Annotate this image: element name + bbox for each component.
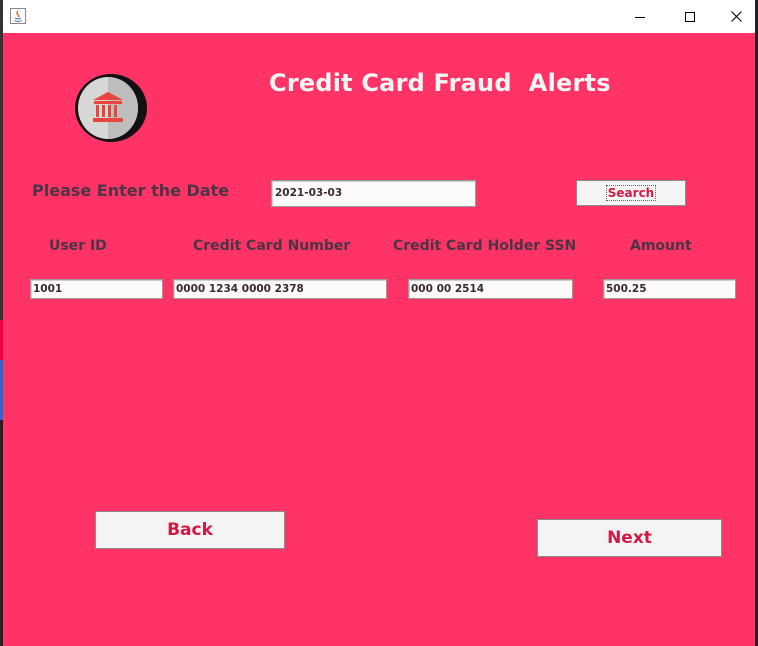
amount-label: Amount xyxy=(630,238,692,254)
title-bar[interactable] xyxy=(3,0,755,33)
next-button[interactable]: Next xyxy=(537,519,722,557)
minimize-icon xyxy=(635,16,645,18)
search-button[interactable]: Search xyxy=(576,180,686,206)
date-label: Please Enter the Date xyxy=(32,181,230,200)
page-title: Credit Card Fraud Alerts xyxy=(269,69,611,97)
date-input[interactable]: 2021-03-03 xyxy=(271,180,476,207)
app-window: Credit Card Fraud Alerts Please Enter th… xyxy=(3,0,755,646)
main-panel: Credit Card Fraud Alerts Please Enter th… xyxy=(3,33,755,646)
card-number-field[interactable]: 0000 1234 0000 2378 xyxy=(173,279,387,299)
java-icon xyxy=(10,8,26,24)
user-id-field[interactable]: 1001 xyxy=(30,279,163,299)
search-button-label: Search xyxy=(605,185,657,201)
back-button[interactable]: Back xyxy=(95,511,285,549)
bank-icon xyxy=(74,73,148,143)
card-number-label: Credit Card Number xyxy=(193,238,351,254)
minimize-button[interactable] xyxy=(617,0,663,33)
amount-field[interactable]: 500.25 xyxy=(603,279,736,299)
close-button[interactable] xyxy=(713,0,758,33)
ssn-field[interactable]: 000 00 2514 xyxy=(408,279,573,299)
close-icon xyxy=(730,11,742,22)
maximize-button[interactable] xyxy=(667,0,713,33)
user-id-label: User ID xyxy=(49,238,107,254)
ssn-label: Credit Card Holder SSN xyxy=(393,238,577,254)
maximize-icon xyxy=(685,11,695,22)
